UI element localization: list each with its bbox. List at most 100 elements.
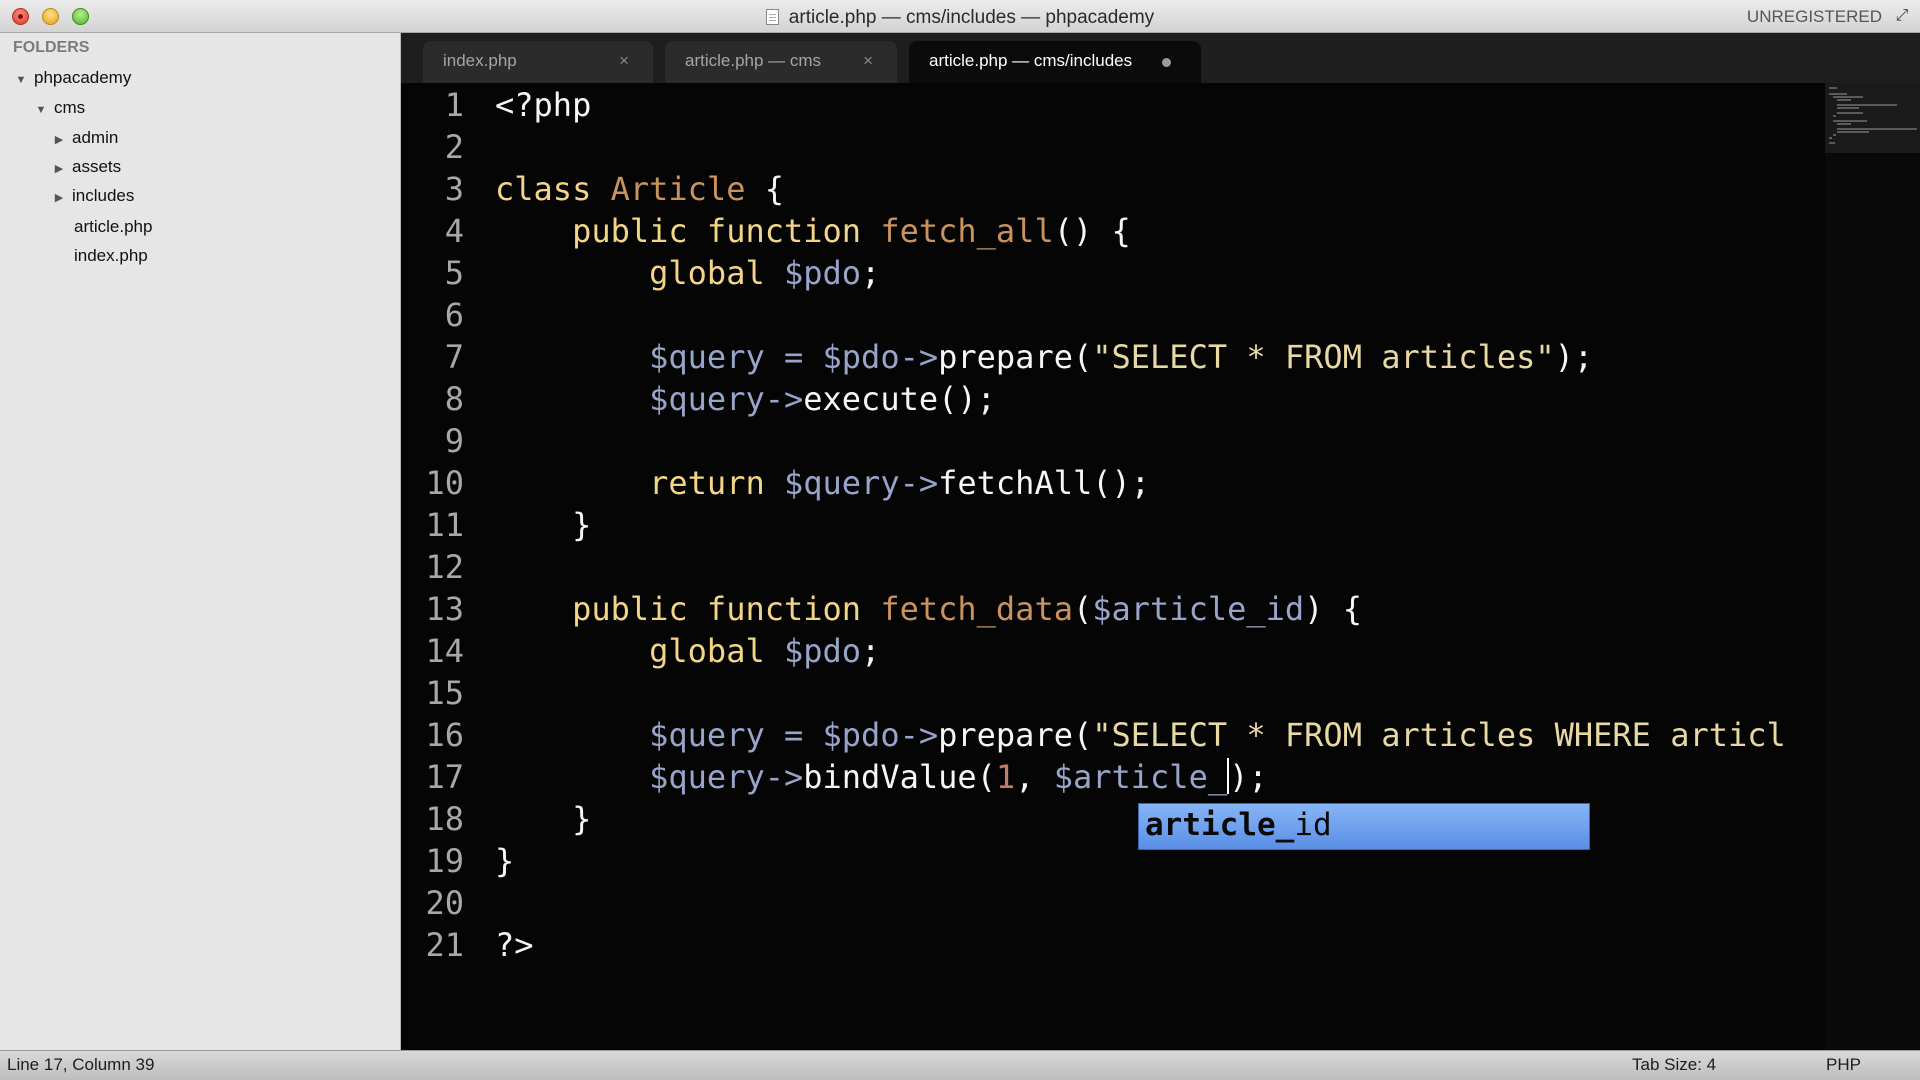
fullscreen-icon[interactable]: ⤢ <box>1893 7 1911 25</box>
code-line-17: $query->bindValue(1, $article_); <box>495 758 1268 796</box>
method: fetchAll(); <box>938 464 1151 502</box>
string: "SELECT * FROM articles WHERE articl <box>1092 716 1786 754</box>
variable: $pdo <box>783 632 862 670</box>
minimap-line <box>1837 104 1897 106</box>
tab-close-icon[interactable]: × <box>863 41 873 81</box>
tab-article-php-cms[interactable]: article.php — cms × <box>665 41 897 83</box>
tree-item-admin[interactable]: ▶ admin <box>52 125 119 153</box>
code-line-10: return $query->fetchAll(); <box>495 464 1150 502</box>
code-editor[interactable]: 1 2 3 4 5 6 7 8 9 10 11 12 13 14 15 16 1… <box>401 83 1825 1050</box>
status-bar: Line 17, Column 39 Tab Size: 4 PHP <box>0 1050 1920 1080</box>
tab-close-icon[interactable]: × <box>619 41 629 81</box>
operator: -> <box>899 338 939 376</box>
line-number: 7 <box>444 338 464 376</box>
code-line-4: public function fetch_all() { <box>495 212 1131 250</box>
line-number: 21 <box>425 926 464 964</box>
tab-bar: index.php × article.php — cms × article.… <box>401 33 1920 83</box>
tree-item-article-php[interactable]: article.php <box>74 214 152 240</box>
code-line-7: $query = $pdo->prepare("SELECT * FROM ar… <box>495 338 1593 376</box>
line-number: 10 <box>425 464 464 502</box>
method: execute(); <box>803 380 996 418</box>
operator: -> <box>764 380 804 418</box>
keyword: function <box>706 590 862 628</box>
tree-item-cms[interactable]: ▼ cms <box>34 95 86 123</box>
autocomplete-item[interactable]: article_id <box>1145 807 1332 843</box>
tab-index-php[interactable]: index.php × <box>423 41 653 83</box>
keyword: global <box>649 254 765 292</box>
line-number: 2 <box>444 128 464 166</box>
minimap-line <box>1833 96 1863 98</box>
tab-label: article.php — cms <box>685 51 822 70</box>
operator: = <box>764 716 823 754</box>
keyword: return <box>649 464 765 502</box>
keyword: class <box>495 170 592 208</box>
operator: -> <box>764 758 804 796</box>
keyword: public <box>572 590 688 628</box>
keyword: global <box>649 632 765 670</box>
line-number: 19 <box>425 842 464 880</box>
tree-item-phpacademy[interactable]: ▼ phpacademy <box>14 65 132 93</box>
minimap-line <box>1837 112 1863 114</box>
tab-label: index.php <box>443 51 517 70</box>
code-line-19: } <box>495 842 514 880</box>
window-title-text: article.php — cms/includes — phpacademy <box>788 7 1155 28</box>
minimap[interactable] <box>1825 83 1920 1050</box>
punctuation: , <box>1015 758 1054 796</box>
autocomplete-match: article_ <box>1145 807 1295 843</box>
modified-dot-icon[interactable] <box>1162 58 1171 67</box>
code-line-13: public function fetch_data($article_id) … <box>495 590 1362 628</box>
class-name: Article <box>610 170 746 208</box>
brace: } <box>495 842 515 880</box>
brace: } <box>572 800 592 838</box>
number: 1 <box>995 758 1016 796</box>
code-line-8: $query->execute(); <box>495 380 996 418</box>
tree-item-includes[interactable]: ▶ includes <box>52 183 135 211</box>
tab-size-selector[interactable]: Tab Size: 4 <box>1632 1055 1716 1075</box>
tree-item-label: includes <box>72 186 135 205</box>
syntax-selector[interactable]: PHP <box>1826 1055 1861 1075</box>
document-icon <box>765 9 779 25</box>
disclosure-triangle-icon[interactable]: ▶ <box>52 127 66 153</box>
tree-item-label: phpacademy <box>34 68 132 87</box>
variable: $query <box>649 380 765 418</box>
window-title: article.php — cms/includes — phpacademy <box>0 7 1920 29</box>
function-name: fetch_all <box>880 212 1054 250</box>
disclosure-triangle-icon[interactable]: ▼ <box>14 67 28 93</box>
punctuation: ); <box>1229 758 1268 796</box>
line-number: 14 <box>425 632 464 670</box>
minimap-line <box>1829 142 1835 144</box>
minimap-line <box>1829 93 1847 95</box>
code-line-3: class Article { <box>495 170 784 208</box>
minimap-line <box>1837 123 1851 125</box>
title-bar: article.php — cms/includes — phpacademy … <box>0 0 1920 33</box>
line-number: 9 <box>444 422 464 460</box>
tab-label: article.php — cms/includes <box>929 51 1133 70</box>
php-close-tag: ?> <box>495 926 534 964</box>
tree-item-label: index.php <box>74 246 148 265</box>
line-number: 17 <box>425 758 464 796</box>
function-name: fetch_data <box>880 590 1073 628</box>
tab-article-php-cms-includes[interactable]: article.php — cms/includes <box>909 41 1201 83</box>
php-open-tag: <?php <box>495 86 592 124</box>
line-number: 3 <box>444 170 464 208</box>
line-number: 11 <box>425 506 464 544</box>
code-line-21: ?> <box>495 926 534 964</box>
tree-item-label: cms <box>54 98 86 117</box>
disclosure-triangle-icon[interactable]: ▶ <box>52 156 66 182</box>
tree-item-index-php[interactable]: index.php <box>74 243 148 269</box>
minimap-line <box>1837 107 1859 109</box>
operator: -> <box>899 464 939 502</box>
variable: $query <box>649 338 765 376</box>
method: prepare( <box>938 716 1093 754</box>
code-line-18: } <box>495 800 591 838</box>
line-number: 12 <box>425 548 464 586</box>
sidebar: FOLDERS ▼ phpacademy ▼ cms ▶ admin ▶ assets … <box>0 33 401 1050</box>
autocomplete-popup[interactable]: article_id <box>1138 803 1590 850</box>
minimap-line <box>1837 131 1869 133</box>
line-number: 8 <box>444 380 464 418</box>
operator: = <box>764 338 823 376</box>
disclosure-triangle-icon[interactable]: ▼ <box>34 97 48 123</box>
line-number: 18 <box>425 800 464 838</box>
tree-item-assets[interactable]: ▶ assets <box>52 154 121 180</box>
disclosure-triangle-icon[interactable]: ▶ <box>52 185 66 211</box>
